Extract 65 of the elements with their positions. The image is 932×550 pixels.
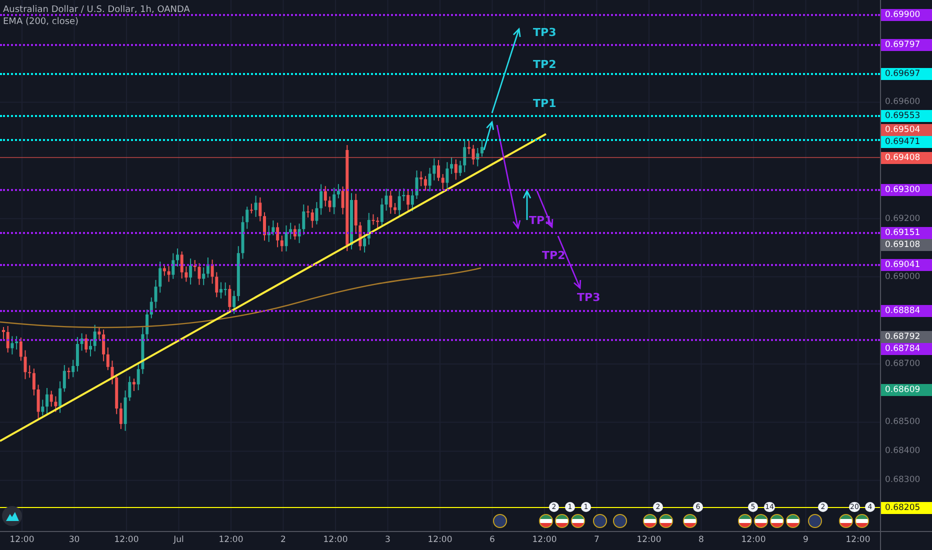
event-flag-icon[interactable]: [593, 514, 607, 528]
event-flag-icon[interactable]: [571, 514, 585, 528]
event-flag-icon[interactable]: [786, 514, 800, 528]
price-label: 0.68205: [881, 502, 932, 514]
price-label: 0.69300: [881, 184, 932, 196]
logo-icon[interactable]: [2, 506, 22, 526]
price-label: 0.69797: [881, 38, 932, 51]
event-flag-icon[interactable]: [683, 514, 697, 528]
price-label: 0.69900: [881, 9, 932, 21]
event-flag-icon[interactable]: [555, 514, 569, 528]
price-label: 0.69151: [881, 226, 932, 239]
event-flag-icon[interactable]: [493, 514, 507, 528]
arrow: [483, 120, 494, 150]
price-tick: 0.68300: [885, 474, 920, 486]
price-tick: 0.68700: [885, 358, 920, 370]
price-tick: 0.69600: [885, 96, 920, 108]
price-label: 0.69504: [881, 124, 932, 136]
time-tick: 12:00: [323, 535, 348, 545]
price-label: 0.69041: [881, 258, 932, 271]
price-tick: 0.68500: [885, 416, 920, 428]
price-tick: 0.69000: [885, 270, 920, 283]
price-tick: 0.69200: [885, 212, 920, 225]
price-label: 0.68884: [881, 304, 932, 316]
event-flag-icon[interactable]: [839, 514, 853, 528]
price-label: 0.69553: [881, 110, 932, 122]
time-tick: 12:00: [218, 535, 244, 545]
time-tick: 2: [280, 535, 286, 545]
time-tick: 12:00: [846, 535, 870, 545]
target-label: TP3: [577, 291, 600, 304]
time-tick: 7: [594, 535, 600, 545]
price-label: 0.68792: [881, 331, 932, 344]
event-flag-icon[interactable]: [855, 514, 869, 528]
time-tick: 12:00: [428, 535, 452, 545]
time-tick: 12:00: [741, 535, 766, 545]
price-label: 0.69108: [881, 239, 932, 252]
price-label: 0.68784: [881, 343, 932, 356]
time-tick: 12:00: [636, 535, 662, 545]
target-label: TP2: [542, 249, 566, 262]
time-tick: 30: [68, 535, 80, 545]
chart-title: Australian Dollar / U.S. Dollar, 1h, OANDA: [3, 4, 190, 16]
time-tick: Jul: [174, 535, 184, 545]
price-tick: 0.68400: [885, 445, 920, 458]
time-tick: 9: [803, 535, 808, 545]
price-label: 0.69408: [881, 152, 932, 164]
time-tick: 3: [385, 535, 390, 545]
event-flag-icon[interactable]: [808, 514, 822, 528]
time-tick: 12:00: [532, 535, 557, 545]
event-flag-icon[interactable]: [643, 514, 657, 528]
event-flag-icon[interactable]: [659, 514, 673, 528]
target-label: TP1: [533, 97, 556, 110]
price-label: 0.68609: [881, 384, 932, 396]
target-label: TP2: [533, 58, 556, 71]
event-flag-icon[interactable]: [539, 514, 553, 528]
indicator-label: EMA (200, close): [3, 16, 80, 28]
price-label: 0.69471: [881, 136, 932, 148]
time-tick: 12:00: [114, 535, 139, 545]
price-label: 0.69697: [881, 68, 932, 80]
time-tick: 12:00: [10, 535, 34, 545]
event-flag-icon[interactable]: [770, 514, 784, 528]
event-flag-icon[interactable]: [613, 514, 627, 528]
target-label: TP3: [533, 26, 556, 39]
event-flag-icon[interactable]: [754, 514, 768, 528]
time-tick: 6: [490, 535, 495, 545]
event-flag-icon[interactable]: [738, 514, 752, 528]
time-tick: 8: [698, 535, 704, 545]
